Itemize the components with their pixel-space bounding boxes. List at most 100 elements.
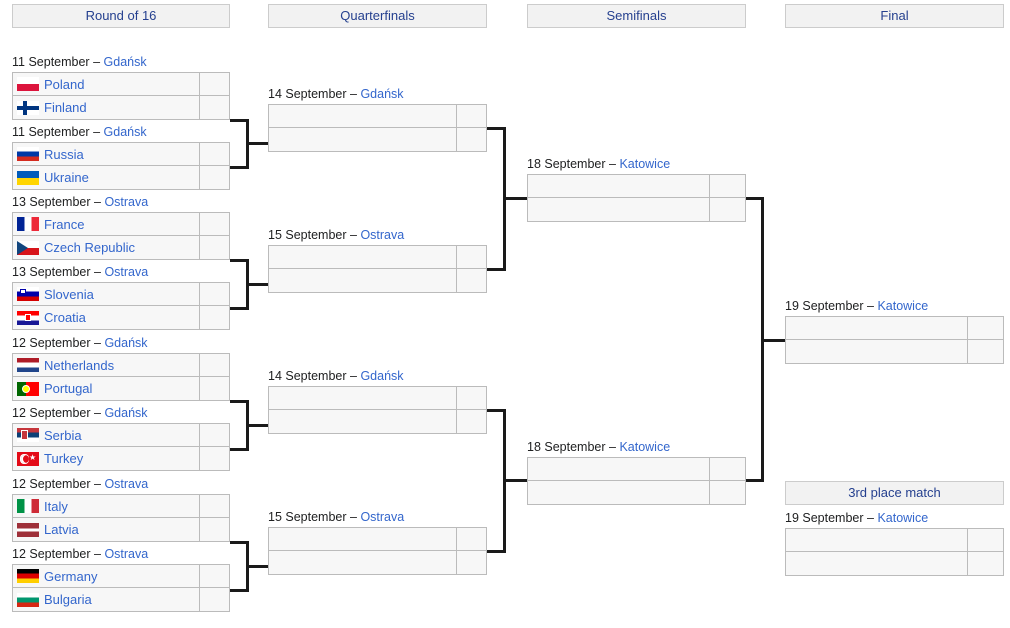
team-cell bbox=[786, 552, 967, 575]
team-name-link[interactable]: Serbia bbox=[39, 428, 82, 443]
match-date: 19 September bbox=[785, 299, 864, 313]
bracket-connector bbox=[246, 424, 270, 427]
match-venue-link[interactable]: Gdańsk bbox=[360, 369, 403, 383]
match-caption: 13 September – Ostrava bbox=[12, 265, 148, 279]
team-cell: Bulgaria bbox=[13, 588, 199, 611]
team-name-link[interactable]: Ukraine bbox=[39, 170, 89, 185]
team-name-link[interactable]: Italy bbox=[39, 499, 68, 514]
team-cell: Germany bbox=[13, 565, 199, 587]
match-date: 14 September bbox=[268, 369, 347, 383]
flag-icon-france bbox=[17, 217, 39, 231]
score-cell bbox=[199, 236, 229, 259]
score-cell bbox=[709, 175, 745, 197]
team-cell: Slovenia bbox=[13, 283, 199, 305]
flag-icon-croatia bbox=[17, 310, 39, 325]
team-name-link[interactable]: Bulgaria bbox=[39, 592, 92, 607]
team-name-link[interactable]: Netherlands bbox=[39, 358, 114, 373]
score-cell bbox=[199, 213, 229, 235]
team-name-link[interactable]: Poland bbox=[39, 77, 84, 92]
flag-icon-russia bbox=[17, 147, 39, 161]
caption-separator: – bbox=[89, 125, 104, 139]
score-cell bbox=[967, 529, 1003, 551]
match-venue-link[interactable]: Ostrava bbox=[360, 228, 404, 242]
match-venue-link[interactable]: Ostrava bbox=[104, 265, 148, 279]
match-venue-link[interactable]: Gdańsk bbox=[104, 406, 147, 420]
match-venue-link[interactable]: Gdańsk bbox=[104, 336, 147, 350]
match-venue-link[interactable]: Katowice bbox=[619, 440, 670, 454]
match-venue-link[interactable]: Katowice bbox=[877, 511, 928, 525]
caption-separator: – bbox=[90, 477, 105, 491]
match-venue-link[interactable]: Ostrava bbox=[360, 510, 404, 524]
score-cell bbox=[456, 105, 486, 127]
team-name-link[interactable]: Russia bbox=[39, 147, 84, 162]
team-name-link[interactable]: Croatia bbox=[39, 310, 86, 325]
bracket-connector bbox=[246, 142, 270, 145]
match-caption: 12 September – Gdańsk bbox=[12, 406, 148, 420]
match-box: Russia Ukraine bbox=[12, 142, 230, 190]
team-cell: Italy bbox=[13, 495, 199, 517]
round-header: Semifinals bbox=[527, 4, 746, 28]
team-cell bbox=[786, 340, 967, 363]
match-team-row bbox=[527, 457, 746, 481]
match-box: Serbia Turkey bbox=[12, 423, 230, 471]
match-team-row: Germany bbox=[12, 564, 230, 588]
flag-icon-serbia bbox=[17, 428, 39, 442]
team-name-link[interactable]: France bbox=[39, 217, 84, 232]
score-cell bbox=[967, 552, 1003, 575]
caption-separator: – bbox=[346, 87, 361, 101]
team-cell bbox=[269, 246, 456, 268]
team-cell: Portugal bbox=[13, 377, 199, 400]
team-name-link[interactable]: Czech Republic bbox=[39, 240, 135, 255]
flag-icon-ukraine bbox=[17, 170, 39, 185]
match-venue-link[interactable]: Gdańsk bbox=[104, 125, 147, 139]
match-team-row: Russia bbox=[12, 142, 230, 166]
match-venue-link[interactable]: Gdańsk bbox=[104, 55, 147, 69]
team-cell bbox=[528, 198, 709, 221]
match-venue-link[interactable]: Katowice bbox=[877, 299, 928, 313]
score-cell bbox=[456, 528, 486, 550]
match-date: 12 September bbox=[12, 547, 91, 561]
match-team-row bbox=[785, 316, 1004, 340]
team-name-link[interactable]: Portugal bbox=[39, 381, 92, 396]
match-box bbox=[268, 104, 487, 152]
score-cell bbox=[199, 306, 229, 329]
match-caption: 15 September – Ostrava bbox=[268, 228, 404, 242]
bracket-connector bbox=[503, 197, 529, 200]
flag-icon-netherlands bbox=[17, 358, 39, 372]
caption-separator: – bbox=[863, 511, 878, 525]
match-team-row: Bulgaria bbox=[12, 588, 230, 612]
team-name-link[interactable]: Slovenia bbox=[39, 287, 94, 302]
match-venue-link[interactable]: Gdańsk bbox=[360, 87, 403, 101]
match-caption: 14 September – Gdańsk bbox=[268, 369, 404, 383]
match-caption: 12 September – Ostrava bbox=[12, 477, 148, 491]
team-cell bbox=[269, 128, 456, 151]
match-team-row: Latvia bbox=[12, 518, 230, 542]
team-cell: Latvia bbox=[13, 518, 199, 541]
team-name-link[interactable]: Turkey bbox=[39, 451, 83, 466]
team-name-link[interactable]: Finland bbox=[39, 100, 87, 115]
score-cell bbox=[709, 198, 745, 221]
match-venue-link[interactable]: Ostrava bbox=[104, 477, 148, 491]
score-cell bbox=[199, 96, 229, 119]
match-caption: 14 September – Gdańsk bbox=[268, 87, 404, 101]
caption-separator: – bbox=[863, 299, 878, 313]
match-team-row bbox=[268, 245, 487, 269]
team-name-link[interactable]: Germany bbox=[39, 569, 97, 584]
match-caption: 12 September – Ostrava bbox=[12, 547, 148, 561]
match-team-row bbox=[268, 128, 487, 152]
caption-separator: – bbox=[605, 440, 620, 454]
team-cell bbox=[269, 105, 456, 127]
match-date: 15 September bbox=[268, 510, 347, 524]
match-venue-link[interactable]: Ostrava bbox=[104, 547, 148, 561]
match-box bbox=[268, 527, 487, 575]
score-cell bbox=[199, 518, 229, 541]
match-venue-link[interactable]: Katowice bbox=[619, 157, 670, 171]
match-date: 13 September bbox=[12, 195, 91, 209]
round-header: Quarterfinals bbox=[268, 4, 487, 28]
match-team-row: Slovenia bbox=[12, 282, 230, 306]
match-venue-link[interactable]: Ostrava bbox=[104, 195, 148, 209]
team-name-link[interactable]: Latvia bbox=[39, 522, 79, 537]
caption-separator: – bbox=[90, 336, 105, 350]
flag-icon-portugal bbox=[17, 381, 39, 396]
match-caption: 19 September – Katowice bbox=[785, 511, 928, 525]
